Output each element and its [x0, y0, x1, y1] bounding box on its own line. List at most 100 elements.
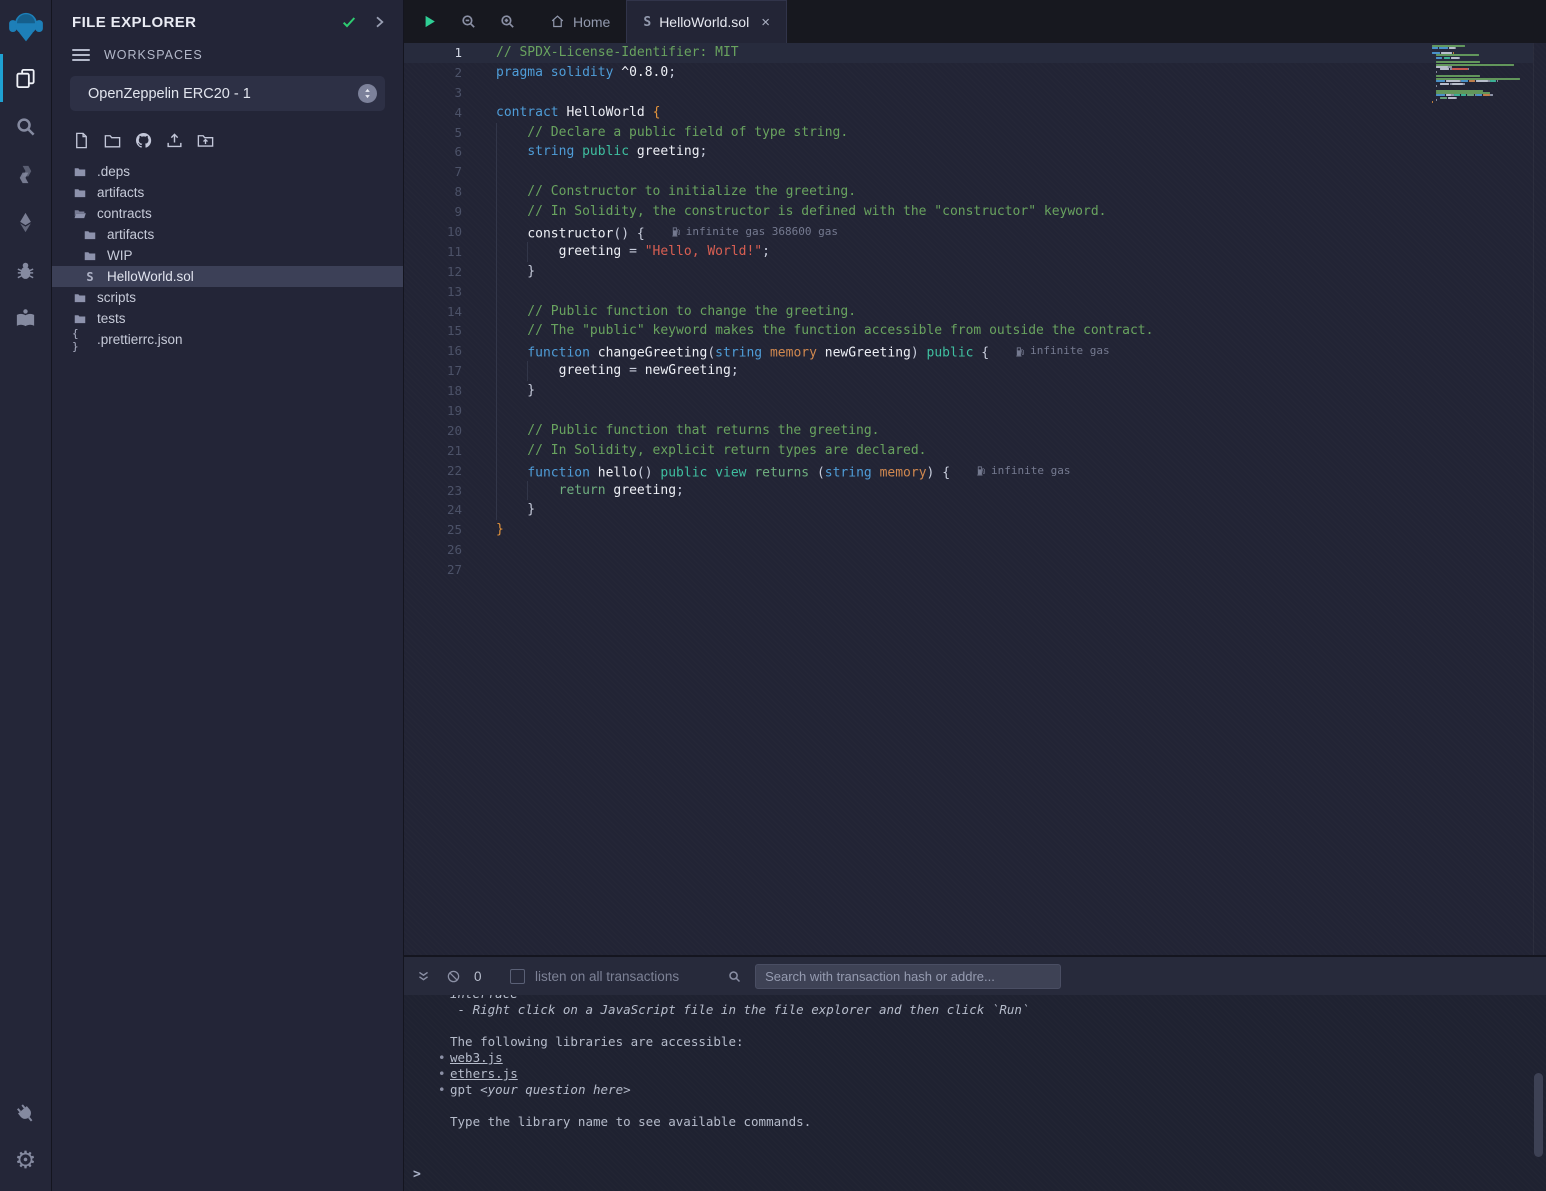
line-number[interactable]: 8	[404, 182, 472, 202]
tree-item-wip[interactable]: WIP	[52, 245, 403, 266]
tree-item-helloworld-sol[interactable]: SHelloWorld.sol	[52, 266, 403, 287]
line-number[interactable]: 18	[404, 381, 472, 401]
check-icon[interactable]	[339, 12, 359, 32]
activity-item-learneth-icon[interactable]	[0, 294, 51, 342]
upload-folder-icon[interactable]	[194, 129, 216, 151]
run-icon[interactable]	[420, 13, 438, 31]
workspaces-menu-icon[interactable]	[72, 49, 90, 61]
code-line-9[interactable]: 9 // In Solidity, the constructor is def…	[404, 202, 1533, 222]
code-line-19[interactable]: 19	[404, 401, 1533, 421]
tree-item-artifacts[interactable]: artifacts	[52, 224, 403, 245]
code-line-21[interactable]: 21 // In Solidity, explicit return types…	[404, 441, 1533, 461]
line-number[interactable]: 24	[404, 500, 472, 520]
code-line-27[interactable]: 27	[404, 560, 1533, 580]
code-line-22[interactable]: 22 function hello() public view returns …	[404, 461, 1533, 481]
line-number[interactable]: 16	[404, 341, 472, 361]
code-line-6[interactable]: 6 string public greeting;	[404, 142, 1533, 162]
line-number[interactable]: 15	[404, 321, 472, 341]
line-number[interactable]: 6	[404, 142, 472, 162]
line-number[interactable]: 4	[404, 103, 472, 123]
terminal-output[interactable]: interface - Right click on a JavaScript …	[404, 995, 1546, 1191]
new-file-icon[interactable]	[70, 129, 92, 151]
library-link[interactable]: ethers.js	[450, 1066, 518, 1082]
line-number[interactable]: 27	[404, 560, 472, 580]
line-number[interactable]: 9	[404, 202, 472, 222]
terminal-prompt[interactable]: >	[404, 1167, 1546, 1191]
line-number[interactable]: 17	[404, 361, 472, 381]
code-editor[interactable]: 1// SPDX-License-Identifier: MIT2pragma …	[404, 43, 1546, 955]
tree-item--prettierrc-json[interactable]: { }.prettierrc.json	[52, 329, 403, 350]
close-icon[interactable]: ×	[761, 15, 770, 30]
code-line-16[interactable]: 16 function changeGreeting(string memory…	[404, 341, 1533, 361]
activity-item-file-explorer-icon[interactable]	[0, 54, 51, 102]
line-number[interactable]: 26	[404, 540, 472, 560]
line-number[interactable]: 19	[404, 401, 472, 421]
chevron-right-icon[interactable]	[369, 12, 389, 32]
activity-item-settings-icon[interactable]: ⚙	[0, 1137, 51, 1185]
ban-icon[interactable]	[442, 965, 464, 987]
line-number[interactable]: 13	[404, 282, 472, 302]
code-line-13[interactable]: 13	[404, 282, 1533, 302]
line-number[interactable]: 25	[404, 520, 472, 540]
code-line-10[interactable]: 10 constructor() {infinite gas 368600 ga…	[404, 222, 1533, 242]
activity-item-plugin-manager-icon[interactable]	[0, 1089, 51, 1137]
line-number[interactable]: 23	[404, 481, 472, 501]
code-line-8[interactable]: 8 // Constructor to initialize the greet…	[404, 182, 1533, 202]
code-line-20[interactable]: 20 // Public function that returns the g…	[404, 421, 1533, 441]
code-line-12[interactable]: 12 }	[404, 262, 1533, 282]
workspace-selector[interactable]: OpenZeppelin ERC20 - 1	[70, 76, 385, 111]
tree-item-contracts[interactable]: contracts	[52, 203, 403, 224]
code-line-26[interactable]: 26	[404, 540, 1533, 560]
line-number[interactable]: 10	[404, 222, 472, 242]
terminal-scrollbar-thumb[interactable]	[1534, 1073, 1543, 1157]
terminal-search-input[interactable]	[755, 964, 1061, 989]
code-line-1[interactable]: 1// SPDX-License-Identifier: MIT	[404, 43, 1533, 63]
code-line-5[interactable]: 5 // Declare a public field of type stri…	[404, 123, 1533, 143]
code-line-23[interactable]: 23 return greeting;	[404, 481, 1533, 501]
code-line-7[interactable]: 7	[404, 162, 1533, 182]
code-line-14[interactable]: 14 // Public function to change the gree…	[404, 302, 1533, 322]
code-line-11[interactable]: 11 greeting = "Hello, World!";	[404, 242, 1533, 262]
activity-item-solidity-compiler-icon[interactable]	[0, 150, 51, 198]
code-line-15[interactable]: 15 // The "public" keyword makes the fun…	[404, 321, 1533, 341]
remix-logo[interactable]	[0, 0, 51, 54]
minimap[interactable]	[1432, 45, 1530, 108]
workspace-switcher-icon[interactable]	[358, 84, 377, 103]
line-number[interactable]: 1	[404, 43, 472, 63]
line-number[interactable]: 22	[404, 461, 472, 481]
code-line-3[interactable]: 3	[404, 83, 1533, 103]
code-line-18[interactable]: 18 }	[404, 381, 1533, 401]
tree-item--deps[interactable]: .deps	[52, 161, 403, 182]
code-line-4[interactable]: 4contract HelloWorld {	[404, 103, 1533, 123]
code-line-25[interactable]: 25}	[404, 520, 1533, 540]
zoom-out-icon[interactable]	[459, 13, 477, 31]
line-number[interactable]: 21	[404, 441, 472, 461]
code-line-17[interactable]: 17 greeting = newGreeting;	[404, 361, 1533, 381]
tree-item-scripts[interactable]: scripts	[52, 287, 403, 308]
listen-transactions-checkbox[interactable]	[510, 969, 525, 984]
line-number[interactable]: 3	[404, 83, 472, 103]
line-number[interactable]: 14	[404, 302, 472, 322]
chevron-double-down-icon[interactable]	[412, 965, 434, 987]
tab-home[interactable]: Home	[534, 0, 626, 43]
line-number[interactable]: 7	[404, 162, 472, 182]
line-number[interactable]: 12	[404, 262, 472, 282]
library-link[interactable]: web3.js	[450, 1050, 503, 1066]
activity-item-deploy-run-icon[interactable]	[0, 198, 51, 246]
editor-scrollbar[interactable]	[1533, 43, 1546, 955]
github-icon[interactable]	[132, 129, 154, 151]
line-number[interactable]: 11	[404, 242, 472, 262]
line-number[interactable]: 2	[404, 63, 472, 83]
code-line-24[interactable]: 24 }	[404, 500, 1533, 520]
line-number[interactable]: 20	[404, 421, 472, 441]
zoom-in-icon[interactable]	[498, 13, 516, 31]
line-number[interactable]: 5	[404, 123, 472, 143]
tab-helloworld-sol[interactable]: SHelloWorld.sol×	[626, 0, 787, 43]
upload-file-icon[interactable]	[163, 129, 185, 151]
activity-item-search-icon[interactable]	[0, 102, 51, 150]
tree-item-artifacts[interactable]: artifacts	[52, 182, 403, 203]
code-line-2[interactable]: 2pragma solidity ^0.8.0;	[404, 63, 1533, 83]
tree-item-tests[interactable]: tests	[52, 308, 403, 329]
activity-item-debugger-icon[interactable]	[0, 246, 51, 294]
new-folder-icon[interactable]	[101, 129, 123, 151]
